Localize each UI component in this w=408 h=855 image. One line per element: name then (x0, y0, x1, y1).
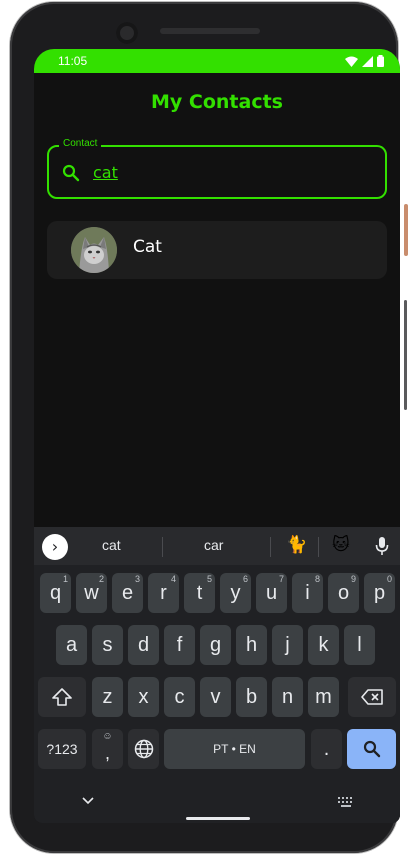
search-icon (62, 164, 80, 182)
key-c[interactable]: c (164, 677, 195, 717)
symbols-key[interactable]: ?123 (38, 729, 86, 769)
key-hint: 3 (134, 574, 140, 584)
key-y[interactable]: y6 (220, 573, 251, 613)
hide-keyboard-icon[interactable] (82, 797, 94, 805)
expand-toolbar-button[interactable]: › (42, 534, 68, 560)
key-h[interactable]: h (236, 625, 267, 665)
comma-key[interactable]: ☺ , (92, 729, 123, 769)
key-w[interactable]: w2 (76, 573, 107, 613)
key-r[interactable]: r4 (148, 573, 179, 613)
volume-rocker (404, 300, 407, 410)
shift-key[interactable] (38, 677, 86, 717)
page-title: My Contacts (151, 91, 283, 113)
space-bar[interactable]: PT • EN (164, 729, 305, 769)
key-label: o (337, 581, 350, 604)
key-hint: 7 (278, 574, 284, 584)
key-hint: 4 (170, 574, 176, 584)
search-action-key[interactable] (347, 729, 396, 769)
suggestion-divider (270, 537, 271, 557)
globe-icon (134, 739, 153, 759)
key-hint: 0 (386, 574, 392, 584)
key-j[interactable]: j (272, 625, 303, 665)
status-bar: 11:05 (34, 49, 400, 73)
key-label: e (121, 581, 134, 604)
emoji-suggestion-cat[interactable]: 🐈 (286, 535, 307, 555)
key-label: q (49, 581, 62, 604)
phone-frame: 11:05 My Contacts Contact cat Cat › cat … (10, 2, 400, 853)
search-input[interactable] (93, 159, 363, 185)
key-hint: 5 (206, 574, 212, 584)
key-n[interactable]: n (272, 677, 303, 717)
key-z[interactable]: z (92, 677, 123, 717)
key-e[interactable]: e3 (112, 573, 143, 613)
key-q[interactable]: q1 (40, 573, 71, 613)
emoji-suggestion-cat-face[interactable]: 🐱 (332, 535, 350, 555)
key-label: i (305, 581, 310, 604)
key-s[interactable]: s (92, 625, 123, 665)
suggestion-divider (318, 537, 319, 557)
power-button (404, 204, 408, 256)
search-field-label: Contact (59, 138, 102, 149)
home-indicator[interactable] (186, 817, 250, 820)
key-x[interactable]: x (128, 677, 159, 717)
contact-name: Cat (133, 237, 162, 257)
key-a[interactable]: a (56, 625, 87, 665)
key-u[interactable]: u7 (256, 573, 287, 613)
status-icons (345, 55, 384, 67)
front-camera (116, 22, 138, 44)
key-p[interactable]: p0 (364, 573, 395, 613)
key-label: w (84, 581, 99, 604)
suggestion-car[interactable]: car (204, 537, 223, 553)
period-key[interactable]: . (311, 729, 342, 769)
keyboard-switch-icon[interactable] (338, 797, 354, 807)
key-label: u (265, 581, 278, 604)
key-hint: 9 (350, 574, 356, 584)
wifi-icon (345, 56, 358, 67)
key-hint: 8 (314, 574, 320, 584)
key-b[interactable]: b (236, 677, 267, 717)
key-hint: 2 (98, 574, 104, 584)
shift-icon (52, 688, 72, 706)
signal-icon (362, 55, 373, 67)
microphone-icon[interactable] (374, 536, 390, 556)
search-icon (363, 740, 380, 758)
key-label: , (104, 742, 110, 763)
suggestion-bar: › cat car 🐈 🐱 (34, 527, 400, 565)
screen: 11:05 My Contacts Contact cat Cat › cat … (34, 49, 400, 823)
key-label: y (230, 581, 241, 604)
key-label: p (373, 581, 386, 604)
backspace-icon (361, 689, 383, 705)
key-v[interactable]: v (200, 677, 231, 717)
contact-list-item[interactable]: Cat (47, 221, 387, 279)
key-label: t (196, 581, 203, 604)
key-t[interactable]: t5 (184, 573, 215, 613)
contact-avatar (71, 227, 117, 273)
onscreen-keyboard: › cat car 🐈 🐱 q1 w2 e3 r4 t5 y6 u 7 i 8 … (34, 527, 400, 823)
key-g[interactable]: g (200, 625, 231, 665)
backspace-key[interactable] (348, 677, 396, 717)
key-m[interactable]: m (308, 677, 339, 717)
key-hint: 6 (242, 574, 248, 584)
key-o[interactable]: o9 (328, 573, 359, 613)
cat-photo-icon (71, 227, 117, 273)
key-hint: 1 (62, 574, 68, 584)
suggestion-cat[interactable]: cat (102, 537, 121, 553)
language-key[interactable] (128, 729, 159, 769)
key-l[interactable]: l (344, 625, 375, 665)
key-i[interactable]: i8 (292, 573, 323, 613)
suggestion-divider (162, 537, 163, 557)
key-k[interactable]: k (308, 625, 339, 665)
key-d[interactable]: d (128, 625, 159, 665)
earpiece-speaker (160, 28, 260, 34)
key-f[interactable]: f (164, 625, 195, 665)
key-label: r (160, 581, 167, 604)
battery-icon (377, 55, 384, 67)
status-time: 11:05 (58, 54, 88, 68)
comma-emoji-hint: ☺ (102, 731, 113, 742)
contact-search-field[interactable]: Contact (47, 138, 387, 199)
